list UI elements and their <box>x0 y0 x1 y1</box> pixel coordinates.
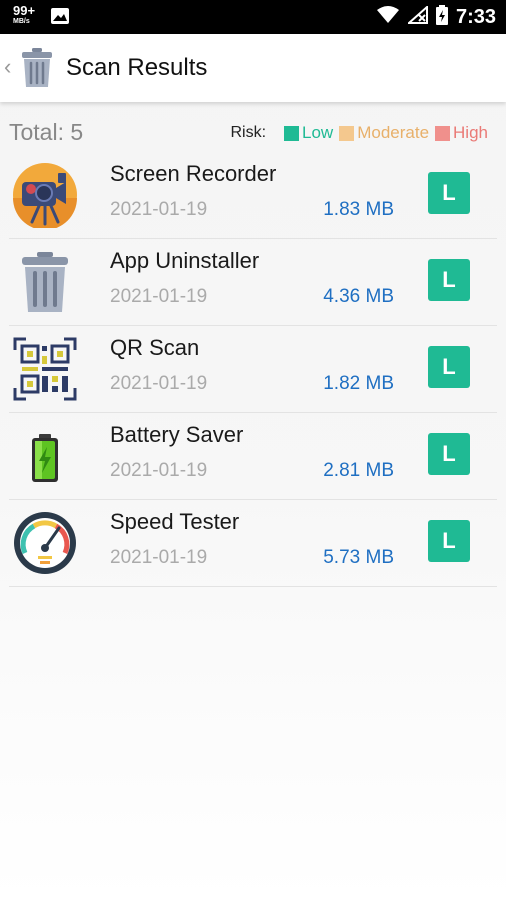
risk-badge: L <box>428 172 470 214</box>
legend-high: High <box>435 123 490 143</box>
battery-icon <box>12 423 78 489</box>
trash-can-logo-icon <box>20 47 54 94</box>
page-title: Scan Results <box>66 54 208 81</box>
list-item[interactable]: Speed Tester 2021-01-19 5.73 MB L <box>9 500 497 587</box>
video-camera-icon <box>12 162 78 230</box>
risk-legend-label: Risk: <box>230 124 267 141</box>
network-speed-value: 99+ <box>13 3 36 18</box>
no-signal-icon <box>406 4 428 29</box>
app-name: Battery Saver <box>110 422 244 447</box>
network-speed-indicator: 99+ MB/s <box>13 4 43 25</box>
app-date: 2021-01-19 <box>110 199 208 220</box>
app-size: 1.83 MB <box>323 199 394 220</box>
total-count: Total: 5 <box>9 119 84 145</box>
app-name: App Uninstaller <box>110 248 260 273</box>
risk-legend: Risk: Low Moderate High <box>230 123 490 143</box>
legend-low-label: Low <box>302 123 334 142</box>
risk-badge: L <box>428 346 470 388</box>
risk-badge: L <box>428 433 470 475</box>
legend-high-swatch <box>435 125 451 141</box>
app-name: Speed Tester <box>110 509 240 534</box>
back-button[interactable]: ‹ <box>4 56 11 78</box>
risk-badge: L <box>428 520 470 562</box>
speedometer-icon <box>12 510 78 576</box>
qr-code-icon <box>12 336 78 402</box>
app-size: 4.36 MB <box>323 286 394 307</box>
app-date: 2021-01-19 <box>110 286 208 307</box>
list-item[interactable]: Battery Saver 2021-01-19 2.81 MB L <box>9 413 497 500</box>
network-speed-unit: MB/s <box>13 18 30 25</box>
app-list: Screen Recorder 2021-01-19 1.83 MB L App… <box>9 152 497 587</box>
list-item[interactable]: App Uninstaller 2021-01-19 4.36 MB L <box>9 239 497 326</box>
image-notification-icon <box>50 7 70 30</box>
list-item[interactable]: Screen Recorder 2021-01-19 1.83 MB L <box>9 152 497 239</box>
legend-low: Low <box>284 123 335 143</box>
list-item[interactable]: QR Scan 2021-01-19 1.82 MB L <box>9 326 497 413</box>
battery-charging-icon <box>435 5 448 30</box>
legend-high-label: High <box>453 123 488 142</box>
app-date: 2021-01-19 <box>110 547 208 568</box>
app-size: 2.81 MB <box>323 460 394 481</box>
app-name: QR Scan <box>110 335 200 360</box>
legend-moderate-label: Moderate <box>357 123 430 142</box>
clock: 7:33 <box>455 6 496 28</box>
legend-moderate-swatch <box>339 125 355 141</box>
legend-moderate: Moderate <box>339 123 431 143</box>
trash-can-icon <box>12 249 78 315</box>
app-size: 5.73 MB <box>323 547 394 568</box>
app-date: 2021-01-19 <box>110 373 208 394</box>
legend-low-swatch <box>284 125 300 141</box>
summary-bar: Total: 5 Risk: Low Moderate High <box>0 112 506 152</box>
wifi-icon <box>376 6 400 29</box>
app-bar: ‹ Scan Results <box>0 34 506 102</box>
status-bar: 99+ MB/s 7:33 <box>0 0 506 34</box>
app-name: Screen Recorder <box>110 161 277 186</box>
app-size: 1.82 MB <box>323 373 394 394</box>
app-date: 2021-01-19 <box>110 460 208 481</box>
risk-badge: L <box>428 259 470 301</box>
